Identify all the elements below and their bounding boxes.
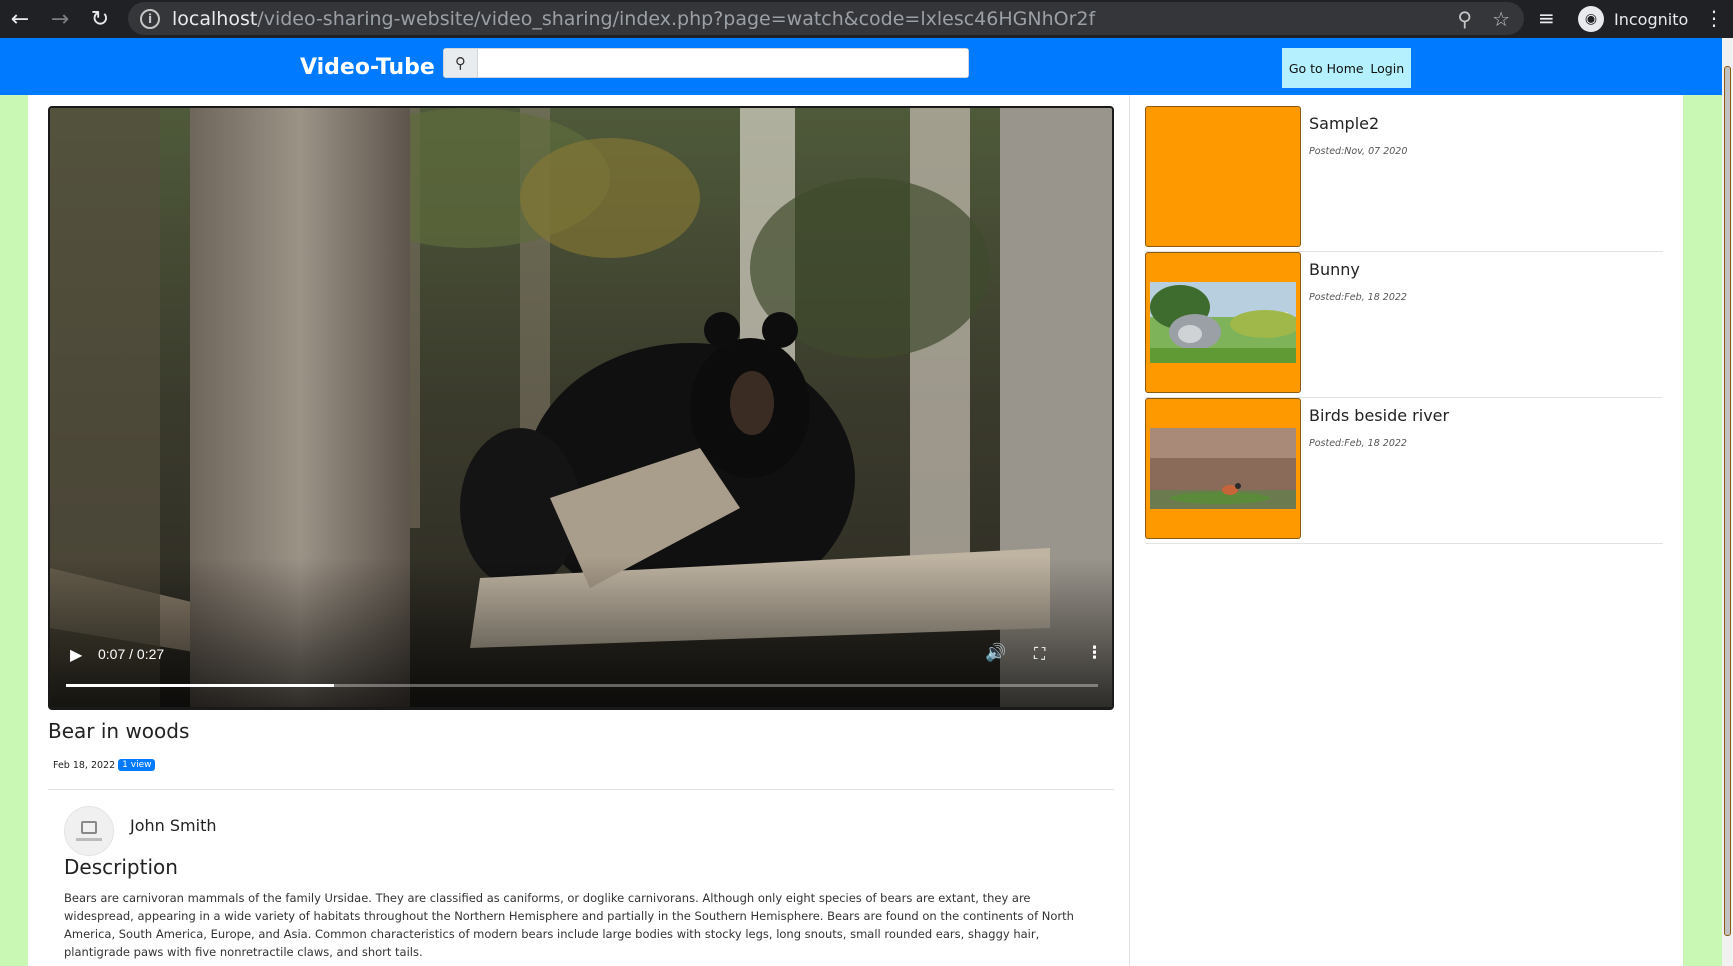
nav-login-link[interactable]: Login	[1370, 61, 1404, 76]
search-input[interactable]	[478, 49, 968, 77]
author-name: John Smith	[130, 816, 217, 835]
list-item[interactable]: Bunny Posted:Feb, 18 2022	[1145, 252, 1663, 398]
description-text: Bears are carnivoran mammals of the fami…	[64, 891, 1074, 959]
volume-icon[interactable]: 🔊	[985, 643, 1006, 663]
views-badge: 1 view	[118, 759, 156, 771]
url-host: localhost	[172, 7, 258, 30]
image-not-available-mark	[76, 838, 102, 841]
reload-button[interactable]: ↻	[80, 0, 120, 38]
video-thumbnail[interactable]	[1145, 398, 1301, 539]
video-date: Feb 18, 2022	[53, 759, 116, 771]
incognito-indicator[interactable]: ◉ Incognito	[1574, 4, 1700, 34]
thumbnail-image	[1150, 282, 1296, 363]
url-path: /video-sharing-website/video_sharing/ind…	[257, 7, 1096, 30]
list-item-posted: Posted:Feb, 18 2022	[1309, 438, 1407, 449]
play-icon[interactable]: ▶	[70, 645, 82, 664]
profile-label: Incognito	[1614, 9, 1689, 29]
incognito-icon: ◉	[1578, 6, 1604, 32]
fullscreen-icon[interactable]: ⛶	[1034, 644, 1045, 664]
more-vertical-icon[interactable]: ⋮	[1704, 6, 1724, 30]
list-item-title[interactable]: Birds beside river	[1309, 406, 1449, 425]
seek-bar-fill	[66, 684, 335, 687]
time-display: 0:07 / 0:27	[98, 646, 165, 662]
description-heading: Description	[64, 855, 178, 879]
section-divider	[48, 789, 1114, 790]
star-icon[interactable]: ☆	[1492, 7, 1510, 31]
list-item-posted: Posted:Feb, 18 2022	[1309, 292, 1407, 303]
brand-logo[interactable]: Video-Tube	[300, 55, 435, 80]
video-thumbnail[interactable]	[1145, 106, 1301, 247]
reload-icon: ↻	[90, 6, 110, 32]
list-item[interactable]: Birds beside river Posted:Feb, 18 2022	[1145, 398, 1663, 544]
list-item-posted: Posted:Nov, 07 2020	[1309, 146, 1408, 157]
browser-toolbar: ← → ↻ i localhost/video-sharing-website/…	[0, 0, 1733, 38]
forward-button[interactable]: →	[40, 0, 80, 38]
list-item-title[interactable]: Bunny	[1309, 260, 1360, 279]
video-frame	[50, 108, 1112, 707]
column-divider	[1129, 95, 1130, 966]
search-button[interactable]: ⚲	[444, 49, 478, 77]
queue-music-icon[interactable]: ≡	[1538, 6, 1555, 30]
avatar	[64, 806, 114, 856]
video-title: Bear in woods	[48, 719, 190, 743]
image-placeholder-icon	[81, 821, 97, 834]
video-meta: Feb 18, 2022 1 view	[53, 759, 156, 771]
seek-bar[interactable]	[66, 684, 1098, 687]
arrow-right-icon: →	[50, 6, 70, 32]
nav-home-link[interactable]: Go to Home	[1289, 61, 1364, 76]
list-item-title[interactable]: Sample2	[1309, 114, 1379, 133]
search-bar: ⚲	[443, 48, 969, 78]
url-text[interactable]: localhost/video-sharing-website/video_sh…	[172, 8, 1095, 30]
more-options-icon[interactable]: ⋮	[1086, 643, 1103, 663]
arrow-left-icon: ←	[10, 6, 30, 32]
nav-links: Go to Home Login	[1282, 48, 1411, 88]
back-button[interactable]: ←	[0, 0, 40, 38]
site-header: Video-Tube ⚲ Go to Home Login	[0, 38, 1722, 95]
video-player[interactable]: ▶ 0:07 / 0:27 🔊 ⛶ ⋮	[48, 106, 1114, 710]
address-bar[interactable]: i localhost/video-sharing-website/video_…	[128, 2, 1524, 35]
zoom-icon[interactable]: ⚲	[1457, 7, 1472, 31]
scrollbar-thumb[interactable]	[1724, 66, 1731, 936]
search-icon: ⚲	[455, 54, 466, 72]
info-icon[interactable]: i	[140, 8, 160, 29]
list-item[interactable]: Sample2 Posted:Nov, 07 2020	[1145, 106, 1663, 252]
video-thumbnail[interactable]	[1145, 252, 1301, 393]
thumbnail-image	[1150, 428, 1296, 509]
page-scrollbar[interactable]	[1722, 38, 1733, 966]
